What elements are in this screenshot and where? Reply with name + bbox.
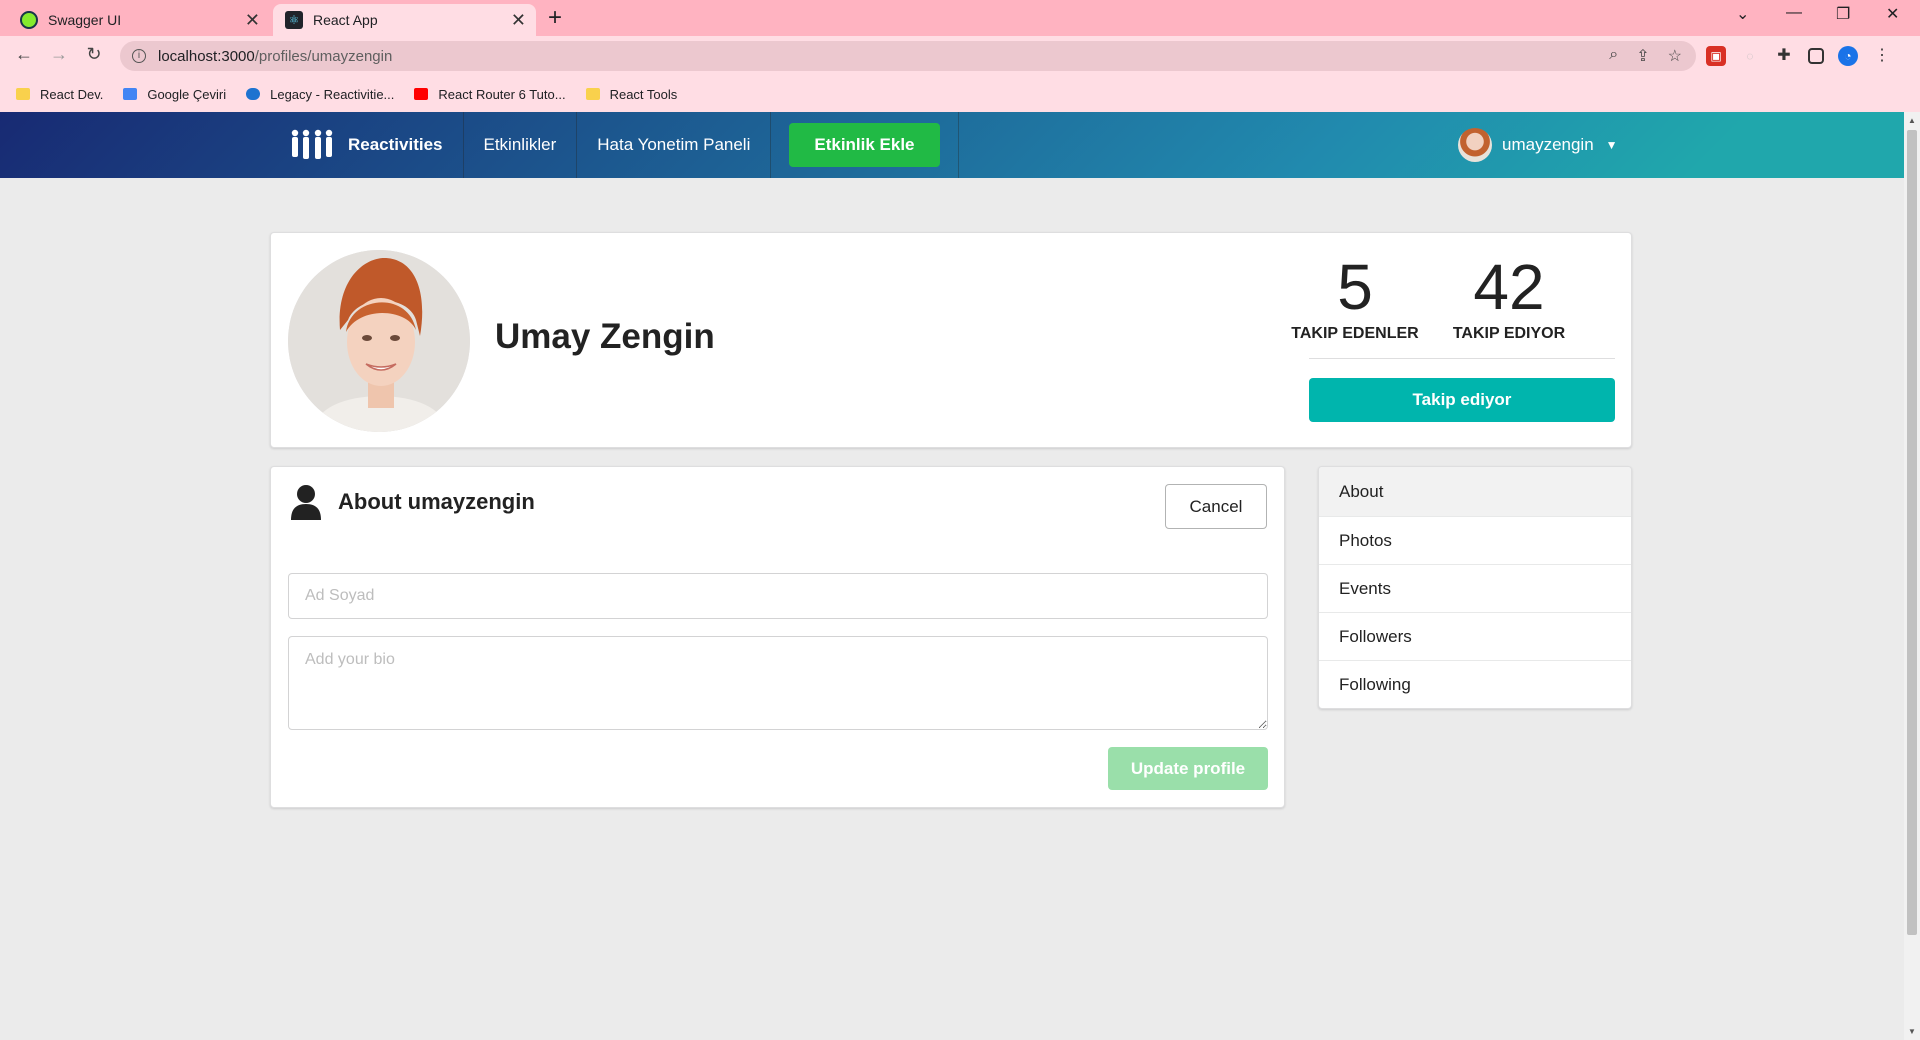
profile-side-menu: About Photos Events Followers Following — [1318, 466, 1632, 709]
menu-item-label: Photos — [1339, 530, 1392, 550]
minimize-icon[interactable]: — — [1786, 4, 1802, 22]
tab-title: React App — [313, 12, 378, 28]
reload-icon[interactable]: ↻ — [82, 44, 106, 65]
tab-title: Swagger UI — [48, 12, 122, 28]
browser-tab-swagger[interactable]: Swagger UI ✕ — [8, 4, 270, 36]
close-tab-icon[interactable]: ✕ — [511, 10, 526, 30]
menu-item-following[interactable]: Following — [1319, 660, 1631, 708]
followers-label: TAKIP EDENLER — [1291, 325, 1419, 342]
menu-item-photos[interactable]: Photos — [1319, 516, 1631, 564]
about-panel: About umayzengin Cancel Update profile — [270, 466, 1285, 808]
extension-red-icon[interactable]: ▣ — [1706, 46, 1726, 66]
menu-item-label: About — [1339, 481, 1384, 501]
nav-label: Etkinlikler — [483, 135, 557, 154]
nav-label: Hata Yonetim Paneli — [597, 135, 751, 154]
profile-header: Umay Zengin 5 TAKIP EDENLER 42 TAKIP EDI… — [270, 232, 1632, 448]
page-scrollbar[interactable]: ▲ ▼ — [1904, 112, 1920, 1040]
scroll-down-icon[interactable]: ▼ — [1908, 1027, 1916, 1036]
profile-display-name: Umay Zengin — [495, 317, 715, 356]
brand-label: Reactivities — [348, 135, 443, 154]
new-tab-icon[interactable]: + — [548, 4, 562, 32]
menu-item-label: Followers — [1339, 626, 1412, 646]
menu-item-label: Following — [1339, 674, 1411, 694]
bookmark-label: React Router 6 Tuto... — [438, 86, 566, 102]
bookmark-react-dev[interactable]: React Dev. — [16, 87, 103, 102]
caret-down-icon: ▼ — [1605, 138, 1618, 152]
bookmark-star-icon[interactable]: ☆ — [1668, 46, 1682, 66]
bookmark-react-tools[interactable]: React Tools — [585, 86, 678, 102]
menu-item-about[interactable]: About — [1319, 467, 1631, 516]
scrollbar-thumb[interactable] — [1907, 130, 1917, 935]
following-count: 42 — [1473, 251, 1545, 323]
bookmark-google-ceviri[interactable]: Google Çeviri — [123, 87, 226, 102]
forward-icon[interactable]: → — [47, 44, 71, 65]
user-avatar — [1458, 128, 1492, 162]
react-favicon-icon: ⚛ — [285, 11, 303, 29]
bio-textarea[interactable] — [288, 636, 1268, 730]
bookmark-legacy-reactivities[interactable]: Legacy - Reactivitie... — [246, 87, 394, 102]
profile-avatar-icon[interactable]: ◔ — [1838, 46, 1858, 66]
extensions-puzzle-icon[interactable]: ✚ — [1774, 46, 1794, 66]
menu-item-label: Events — [1339, 578, 1391, 598]
users-logo-icon — [291, 129, 333, 159]
browser-toolbar: ← → ↻ i localhost:3000/profiles/umayzeng… — [0, 36, 1920, 76]
restore-icon[interactable]: ❐ — [1836, 4, 1850, 24]
scroll-up-icon[interactable]: ▲ — [1908, 116, 1916, 125]
tab-search-chevron-icon[interactable]: ⌄ — [1736, 4, 1749, 24]
browser-tab-bar: Swagger UI ✕ ⚛ React App ✕ + ⌄ — ❐ ✕ — [0, 0, 1920, 36]
user-icon — [291, 485, 321, 520]
close-tab-icon[interactable]: ✕ — [245, 10, 260, 30]
create-activity-button[interactable]: Etkinlik Ekle — [789, 123, 940, 167]
nav-hata-yonetim-paneli[interactable]: Hata Yonetim Paneli — [576, 112, 770, 178]
window-close-icon[interactable]: ✕ — [1886, 4, 1899, 24]
nav-create-wrapper: Etkinlik Ekle — [770, 112, 959, 178]
followers-count: 5 — [1337, 251, 1373, 323]
following-statistic: 42 TAKIP EDIYOR — [1429, 251, 1589, 343]
site-info-icon[interactable]: i — [132, 49, 146, 63]
browser-tab-react-app[interactable]: ⚛ React App ✕ — [273, 4, 536, 36]
google-translate-icon — [123, 88, 138, 100]
brand-link[interactable]: Reactivities — [270, 112, 463, 178]
bookmark-label: React Tools — [609, 86, 678, 102]
browser-menu-icon[interactable]: ⋮ — [1872, 46, 1892, 66]
bookmark-label: Google Çeviri — [147, 86, 227, 102]
following-label: TAKIP EDIYOR — [1452, 325, 1566, 342]
zoom-icon[interactable]: ⌕ — [1609, 46, 1618, 66]
nav-etkinlikler[interactable]: Etkinlikler — [462, 112, 577, 178]
cancel-button[interactable]: Cancel — [1165, 484, 1267, 529]
url-host: localhost:3000 — [158, 47, 255, 65]
follow-toggle-button[interactable]: Takip ediyor — [1309, 378, 1615, 422]
onedrive-cloud-icon — [246, 88, 261, 100]
bookmarks-bar: React Dev. Google Çeviri Legacy - Reacti… — [0, 76, 1920, 112]
side-panel-icon[interactable] — [1808, 48, 1824, 64]
folder-icon — [585, 88, 600, 100]
back-icon[interactable]: ← — [12, 44, 36, 65]
app-navbar: Reactivities Etkinlikler Hata Yonetim Pa… — [0, 112, 1904, 178]
youtube-icon — [414, 88, 429, 100]
followers-statistic: 5 TAKIP EDENLER — [1275, 251, 1435, 343]
about-title: About umayzengin — [338, 489, 535, 514]
bookmark-label: Legacy - Reactivitie... — [270, 86, 395, 102]
profile-photo-illustration — [288, 250, 470, 432]
swagger-favicon-icon — [20, 11, 38, 29]
address-bar[interactable]: i localhost:3000/profiles/umayzengin ⌕ ⇪… — [120, 41, 1696, 71]
folder-icon — [16, 88, 30, 100]
bookmark-label: React Dev. — [40, 86, 104, 102]
extension-loading-icon[interactable]: ◌ — [1740, 46, 1760, 66]
url-path: /profiles/umayzengin — [254, 47, 393, 65]
share-icon[interactable]: ⇪ — [1636, 46, 1649, 66]
username-label: umayzengin — [1502, 135, 1594, 154]
update-profile-button[interactable]: Update profile — [1108, 747, 1268, 790]
menu-item-events[interactable]: Events — [1319, 564, 1631, 612]
display-name-input[interactable] — [288, 573, 1268, 619]
user-dropdown[interactable]: umayzengin ▼ — [1458, 128, 1618, 162]
profile-photo — [288, 250, 470, 432]
menu-item-followers[interactable]: Followers — [1319, 612, 1631, 660]
stats-divider — [1309, 358, 1615, 359]
bookmark-react-router-tutorial[interactable]: React Router 6 Tuto... — [414, 86, 566, 102]
